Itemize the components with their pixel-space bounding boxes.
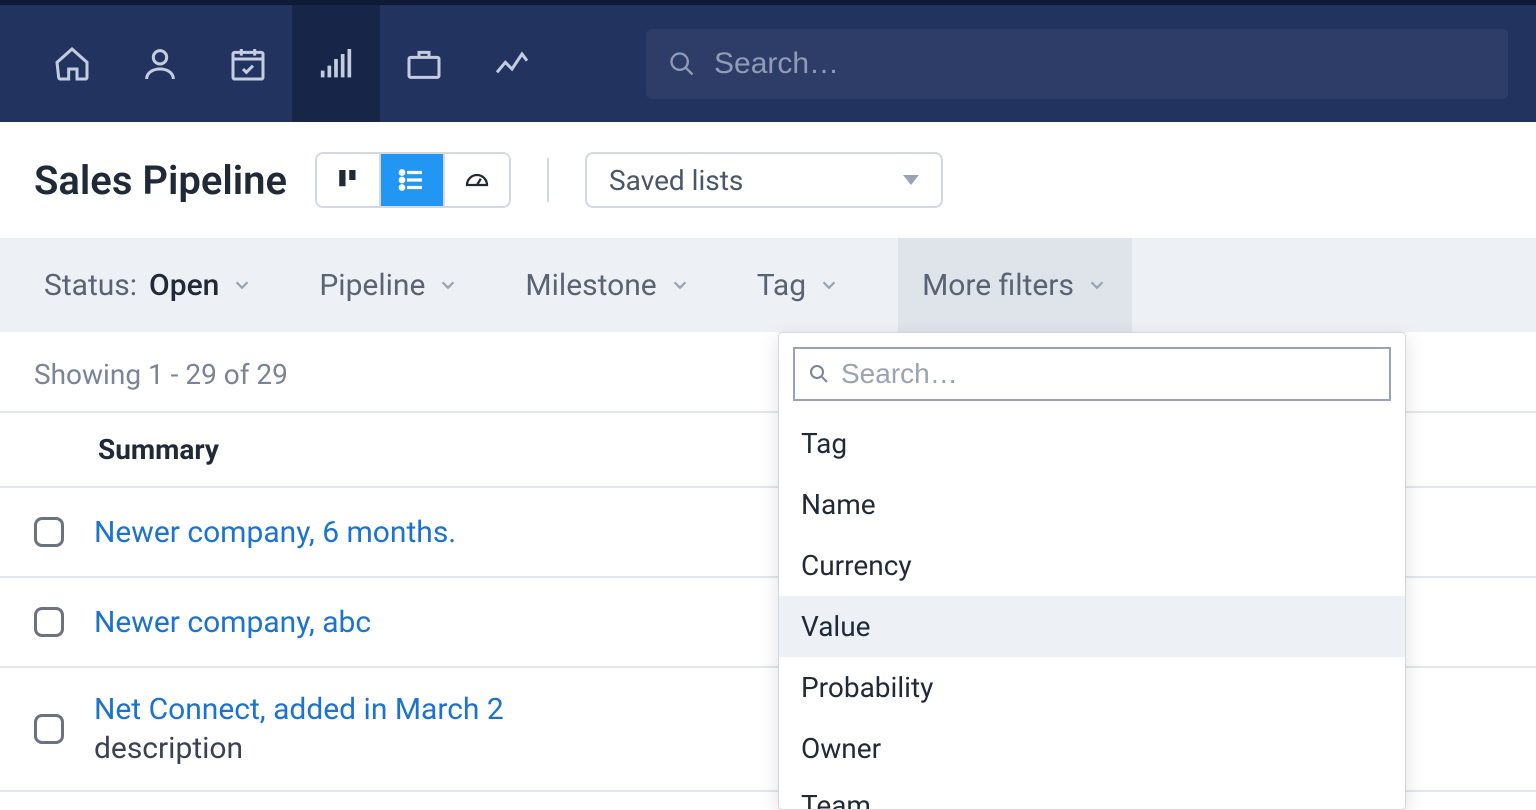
chevron-down-icon [231,274,253,296]
dropdown-item-team[interactable]: Team [779,779,1405,809]
trend-icon [492,44,532,84]
page-title: Sales Pipeline [34,157,287,204]
search-icon [668,50,696,78]
filter-tag-label: Tag [757,268,806,303]
dropdown-item-probability[interactable]: Probability [779,657,1405,718]
saved-lists-select[interactable]: Saved lists [585,152,943,208]
row-content: Newer company, abc [94,605,371,640]
nav-home[interactable] [28,5,116,122]
board-icon [333,165,363,195]
row-title-link[interactable]: Net Connect, added in March 2 [94,692,504,727]
chevron-down-icon [437,274,459,296]
nav-contacts[interactable] [116,5,204,122]
global-search-input[interactable] [714,47,1486,81]
filter-status[interactable]: Status: Open [36,238,261,332]
list-icon [397,165,427,195]
nav-cases[interactable] [380,5,468,122]
row-checkbox[interactable] [34,517,64,547]
filter-status-label: Status: [44,268,137,303]
dropdown-item-name[interactable]: Name [779,474,1405,535]
nav-calendar[interactable] [204,5,292,122]
chevron-down-icon [818,274,840,296]
dropdown-item-value[interactable]: Value [779,596,1405,657]
filter-more-label: More filters [922,268,1074,303]
filter-milestone[interactable]: Milestone [517,238,698,332]
filter-tag[interactable]: Tag [749,238,848,332]
row-checkbox[interactable] [34,607,64,637]
filter-more[interactable]: More filters [898,238,1132,332]
gauge-icon [462,165,492,195]
filter-bar: Status: Open Pipeline Milestone Tag More… [0,238,1536,332]
row-content: Newer company, 6 months. [94,515,456,550]
briefcase-icon [404,44,444,84]
global-search[interactable] [646,29,1508,99]
nav-reports[interactable] [468,5,556,122]
bars-icon [316,44,356,84]
chevron-down-icon [903,175,919,185]
dropdown-item-currency[interactable]: Currency [779,535,1405,596]
filter-pipeline-label: Pipeline [319,268,425,303]
row-checkbox[interactable] [34,714,64,744]
row-title-link[interactable]: Newer company, abc [94,605,371,640]
dropdown-item-owner[interactable]: Owner [779,718,1405,779]
view-list-button[interactable] [381,154,445,206]
view-toggle [315,152,511,208]
chevron-down-icon [669,274,691,296]
row-content: Net Connect, added in March 2 descriptio… [94,692,504,766]
nav-icons [28,5,556,122]
row-title-link[interactable]: Newer company, 6 months. [94,515,456,550]
calendar-check-icon [228,44,268,84]
saved-lists-label: Saved lists [609,164,743,197]
filter-status-value: Open [149,268,219,303]
filter-pipeline[interactable]: Pipeline [311,238,467,332]
view-board-button[interactable] [317,154,381,206]
dropdown-item-tag[interactable]: Tag [779,413,1405,474]
person-icon [140,44,180,84]
row-description: description [94,731,504,766]
page-header: Sales Pipeline Saved lists [0,122,1536,238]
filter-milestone-label: Milestone [525,268,656,303]
home-icon [52,44,92,84]
top-nav [0,0,1536,122]
chevron-down-icon [1086,274,1108,296]
search-icon [807,362,831,386]
nav-pipeline[interactable] [292,5,380,122]
divider [547,158,549,202]
dropdown-search-input[interactable] [841,358,1377,390]
dropdown-search[interactable] [793,347,1391,401]
view-dashboard-button[interactable] [445,154,509,206]
more-filters-dropdown: Tag Name Currency Value Probability Owne… [778,332,1406,810]
